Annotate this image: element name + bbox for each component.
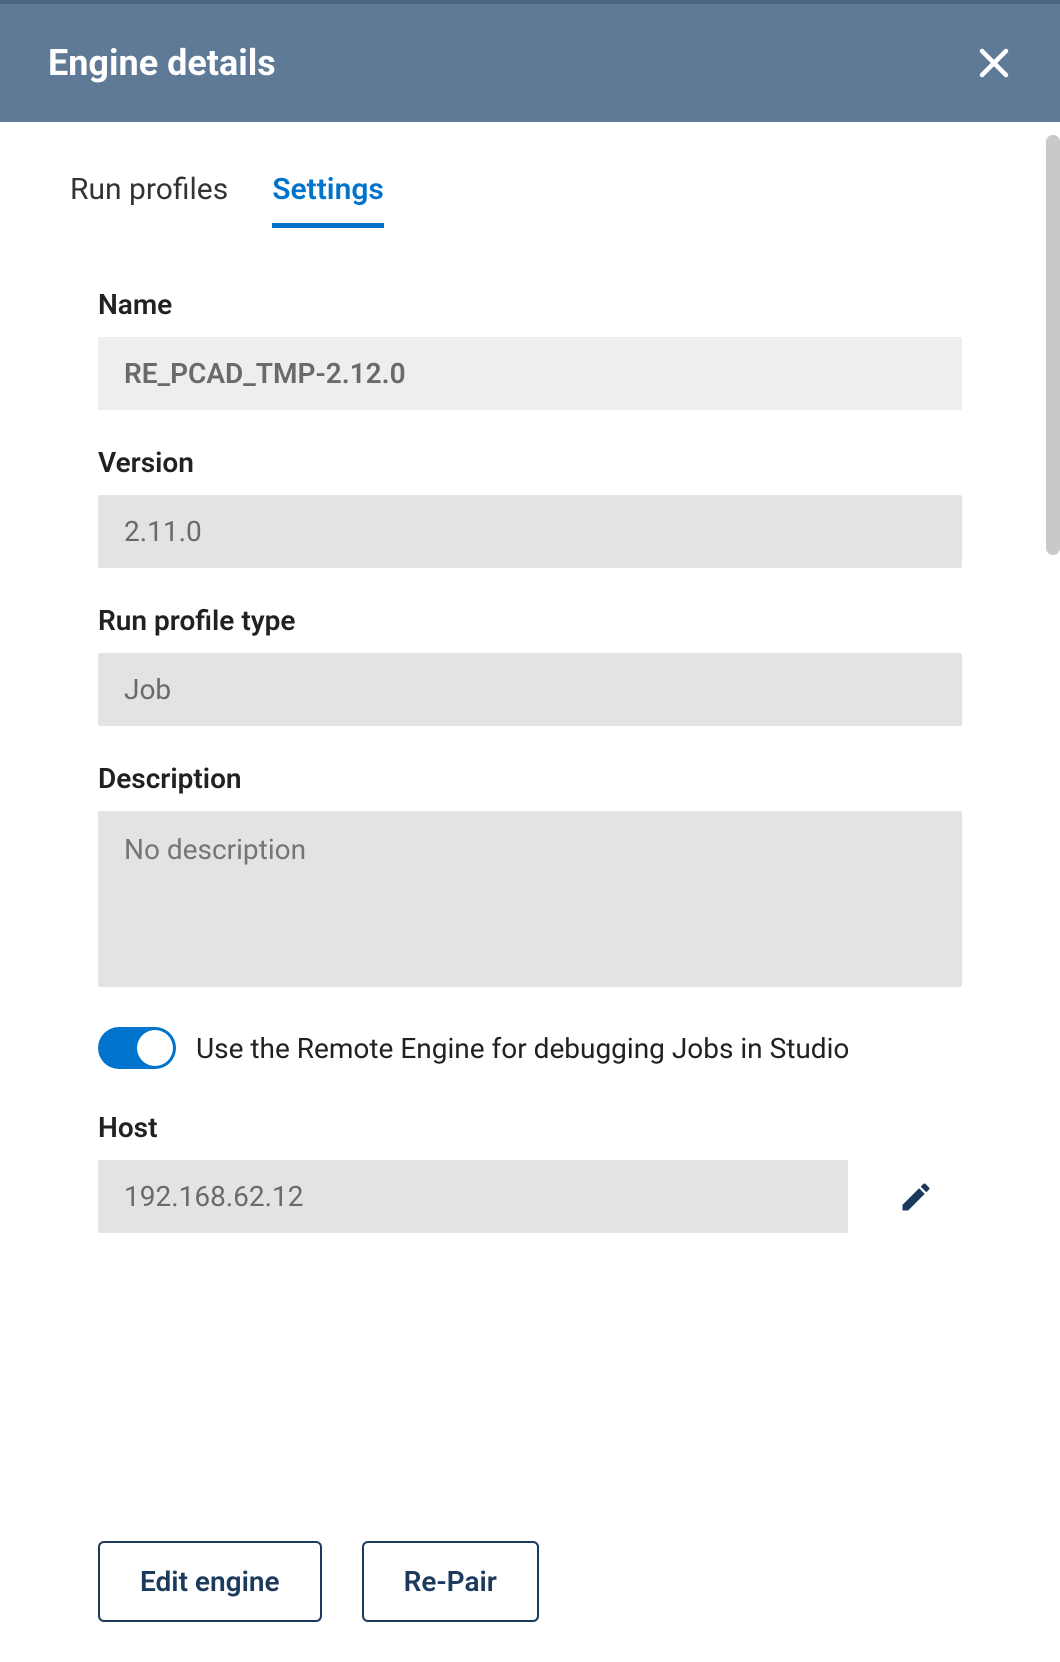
description-textarea[interactable] — [98, 811, 962, 987]
name-label: Name — [98, 288, 962, 321]
version-label: Version — [98, 446, 962, 479]
re-pair-button[interactable]: Re-Pair — [362, 1541, 539, 1622]
run-profile-type-input[interactable] — [98, 653, 962, 726]
field-name: Name — [98, 288, 962, 410]
pencil-icon[interactable] — [898, 1179, 934, 1215]
tabs-container: Run profiles Settings — [0, 122, 1060, 228]
dialog-header: Engine details — [0, 0, 1060, 122]
field-host: Host — [98, 1111, 962, 1233]
toggle-knob — [137, 1030, 173, 1066]
description-label: Description — [98, 762, 962, 795]
run-profile-type-label: Run profile type — [98, 604, 962, 637]
host-label: Host — [98, 1111, 962, 1144]
host-row — [98, 1160, 962, 1233]
field-version: Version — [98, 446, 962, 568]
field-description: Description — [98, 762, 962, 991]
action-buttons: Edit engine Re-Pair — [98, 1541, 539, 1622]
debug-toggle-label: Use the Remote Engine for debugging Jobs… — [196, 1032, 849, 1065]
close-icon[interactable] — [976, 45, 1012, 81]
version-input[interactable] — [98, 495, 962, 568]
settings-content: Name Version Run profile type Descriptio… — [0, 228, 1060, 1233]
tab-run-profiles[interactable]: Run profiles — [70, 172, 228, 228]
host-input[interactable] — [98, 1160, 848, 1233]
field-run-profile-type: Run profile type — [98, 604, 962, 726]
debug-toggle[interactable] — [98, 1027, 176, 1069]
tab-settings[interactable]: Settings — [272, 172, 384, 228]
debug-toggle-row: Use the Remote Engine for debugging Jobs… — [98, 1027, 962, 1069]
scrollbar[interactable] — [1046, 135, 1060, 555]
edit-engine-button[interactable]: Edit engine — [98, 1541, 322, 1622]
dialog-title: Engine details — [48, 42, 276, 84]
name-input[interactable] — [98, 337, 962, 410]
